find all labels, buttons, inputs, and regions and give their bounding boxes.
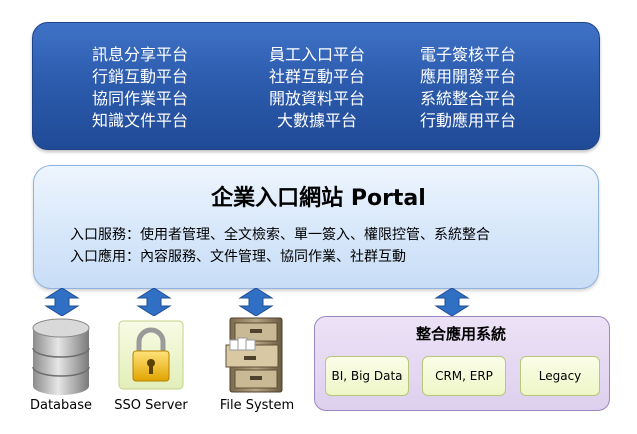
integration-item-legacy: Legacy bbox=[520, 356, 600, 396]
platform-item: 行銷互動平台 bbox=[92, 67, 189, 86]
platform-item: 訊息分享平台 bbox=[92, 45, 189, 64]
platform-item: 知識文件平台 bbox=[92, 111, 189, 130]
sso-server-label: SSO Server bbox=[114, 398, 188, 413]
platform-item: 協同作業平台 bbox=[92, 89, 189, 108]
double-arrow-icon bbox=[44, 288, 80, 316]
integration-title: 整合應用系統 bbox=[415, 325, 506, 343]
portal-applications-line: 入口應用：內容服務、文件管理、協同作業、社群互動 bbox=[70, 249, 406, 265]
platform-column-1: 訊息分享平台 行銷互動平台 協同作業平台 知識文件平台 bbox=[92, 44, 188, 132]
double-arrow-icon bbox=[434, 288, 470, 316]
platform-item: 員工入口平台 bbox=[268, 45, 365, 64]
database-icon bbox=[30, 318, 92, 400]
platform-item: 電子簽核平台 bbox=[420, 45, 517, 64]
platform-item: 社群互動平台 bbox=[268, 67, 365, 86]
portal-title: 企業入口網站 Portal bbox=[211, 186, 426, 211]
portal-services-line: 入口服務：使用者管理、全文檢索、單一簽入、權限控管、系統整合 bbox=[70, 227, 490, 243]
platform-item: 應用開發平台 bbox=[420, 67, 517, 86]
sso-lock-icon bbox=[118, 320, 184, 394]
file-cabinet-icon bbox=[224, 316, 288, 398]
platform-column-3: 電子簽核平台 應用開發平台 系統整合平台 行動應用平台 bbox=[420, 44, 516, 132]
platform-item: 開放資料平台 bbox=[268, 89, 365, 108]
platform-item: 系統整合平台 bbox=[420, 89, 517, 108]
integration-item-bi: BI, Big Data bbox=[325, 356, 409, 396]
platform-item: 行動應用平台 bbox=[420, 111, 517, 130]
double-arrow-icon bbox=[238, 288, 274, 316]
database-label: Database bbox=[29, 398, 93, 413]
platform-item: 大數據平台 bbox=[276, 111, 357, 130]
platform-column-2: 員工入口平台 社群互動平台 開放資料平台 大數據平台 bbox=[252, 44, 382, 132]
integration-item-crm-erp: CRM, ERP bbox=[422, 356, 506, 396]
file-system-label: File System bbox=[219, 398, 295, 413]
double-arrow-icon bbox=[136, 288, 172, 316]
